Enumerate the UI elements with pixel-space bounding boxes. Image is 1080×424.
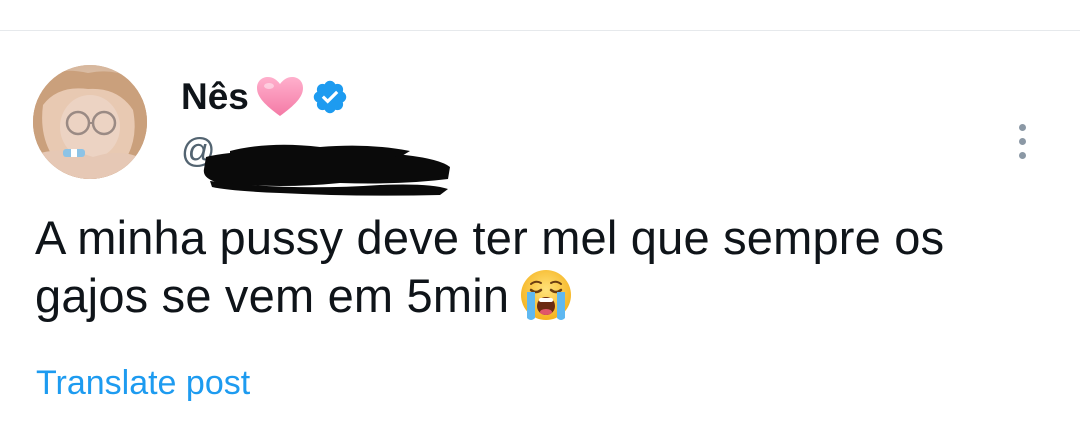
more-vertical-icon-dot	[1018, 123, 1026, 131]
post-text-line-1: A minha pussy deve ter mel que sempre os	[35, 211, 945, 264]
author-display-name-row[interactable]: Nês	[181, 75, 349, 119]
translate-post-link[interactable]: Translate post	[36, 363, 250, 403]
avatar-image	[33, 65, 147, 179]
verified-badge-icon[interactable]	[311, 78, 349, 116]
post-text-line-2: gajos se vem em 5min	[35, 269, 510, 322]
post-text: A minha pussy deve ter mel que sempre os…	[35, 209, 1055, 325]
handle-redaction	[200, 139, 452, 201]
more-options-button[interactable]	[1004, 119, 1040, 163]
tweet-card[interactable]: Nês @ A minha pussy deve ter mel que sem…	[0, 31, 1080, 424]
author-display-name[interactable]: Nês	[181, 75, 249, 119]
more-vertical-icon-dot	[1018, 151, 1026, 159]
loudly-crying-face-icon	[519, 268, 573, 322]
avatar[interactable]	[33, 65, 147, 179]
post-text-line-2-row: gajos se vem em 5min	[35, 267, 1055, 325]
pink-heart-icon	[255, 75, 305, 119]
more-vertical-icon-dot	[1018, 137, 1026, 145]
